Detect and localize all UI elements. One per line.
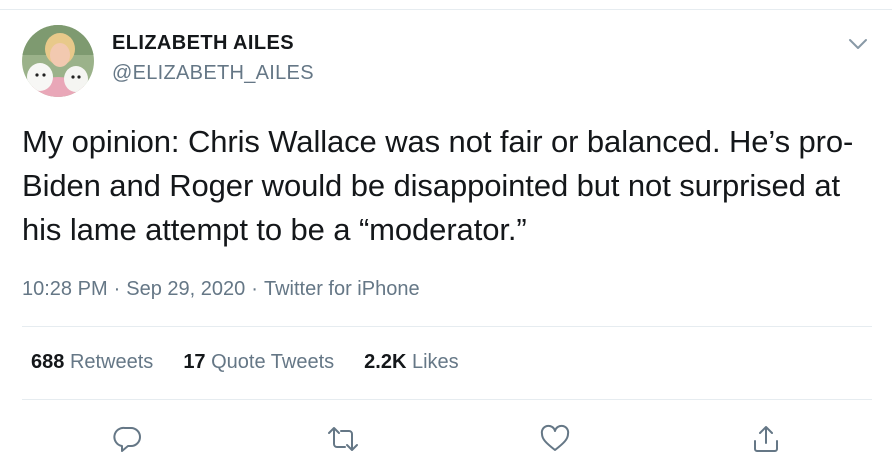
like-icon[interactable]	[538, 422, 572, 456]
retweets-count: 688	[31, 351, 65, 373]
meta-separator: ·	[251, 278, 258, 300]
divider	[22, 326, 872, 327]
quote-tweets-count: 17	[183, 351, 206, 373]
tweet-date[interactable]: Sep 29, 2020	[126, 278, 245, 300]
tweet-text: My opinion: Chris Wallace was not fair o…	[22, 124, 854, 247]
share-icon[interactable]	[749, 422, 783, 456]
user-handle[interactable]: @ELIZABETH_AILES	[112, 62, 314, 85]
meta-separator: ·	[113, 278, 121, 300]
avatar[interactable]	[22, 25, 94, 97]
quote-tweets-stat[interactable]: 17 Quote Tweets	[183, 351, 334, 374]
retweets-label: Retweets	[69, 351, 154, 373]
reply-icon[interactable]	[111, 422, 145, 456]
tweet-meta: 10:28 PM · Sep 29, 2020 · Twitter for iPhone	[22, 278, 420, 301]
display-name[interactable]: ELIZABETH AILES	[112, 32, 294, 55]
likes-count: 2.2K	[364, 351, 407, 373]
likes-stat[interactable]: 2.2K Likes	[364, 351, 459, 374]
likes-label: Likes	[411, 351, 459, 373]
retweets-stat[interactable]: 688 Retweets	[31, 351, 153, 374]
divider	[22, 399, 872, 400]
top-divider	[0, 9, 892, 10]
quote-tweets-label: Quote Tweets	[211, 351, 335, 373]
tweet-source[interactable]: Twitter for iPhone	[264, 278, 420, 300]
action-bar	[0, 422, 892, 456]
tweet-time[interactable]: 10:28 PM	[22, 278, 108, 300]
engagement-stats: 688 Retweets 17 Quote Tweets 2.2K Likes	[31, 351, 459, 374]
chevron-down-icon[interactable]	[846, 34, 870, 54]
retweet-icon[interactable]	[326, 422, 360, 456]
